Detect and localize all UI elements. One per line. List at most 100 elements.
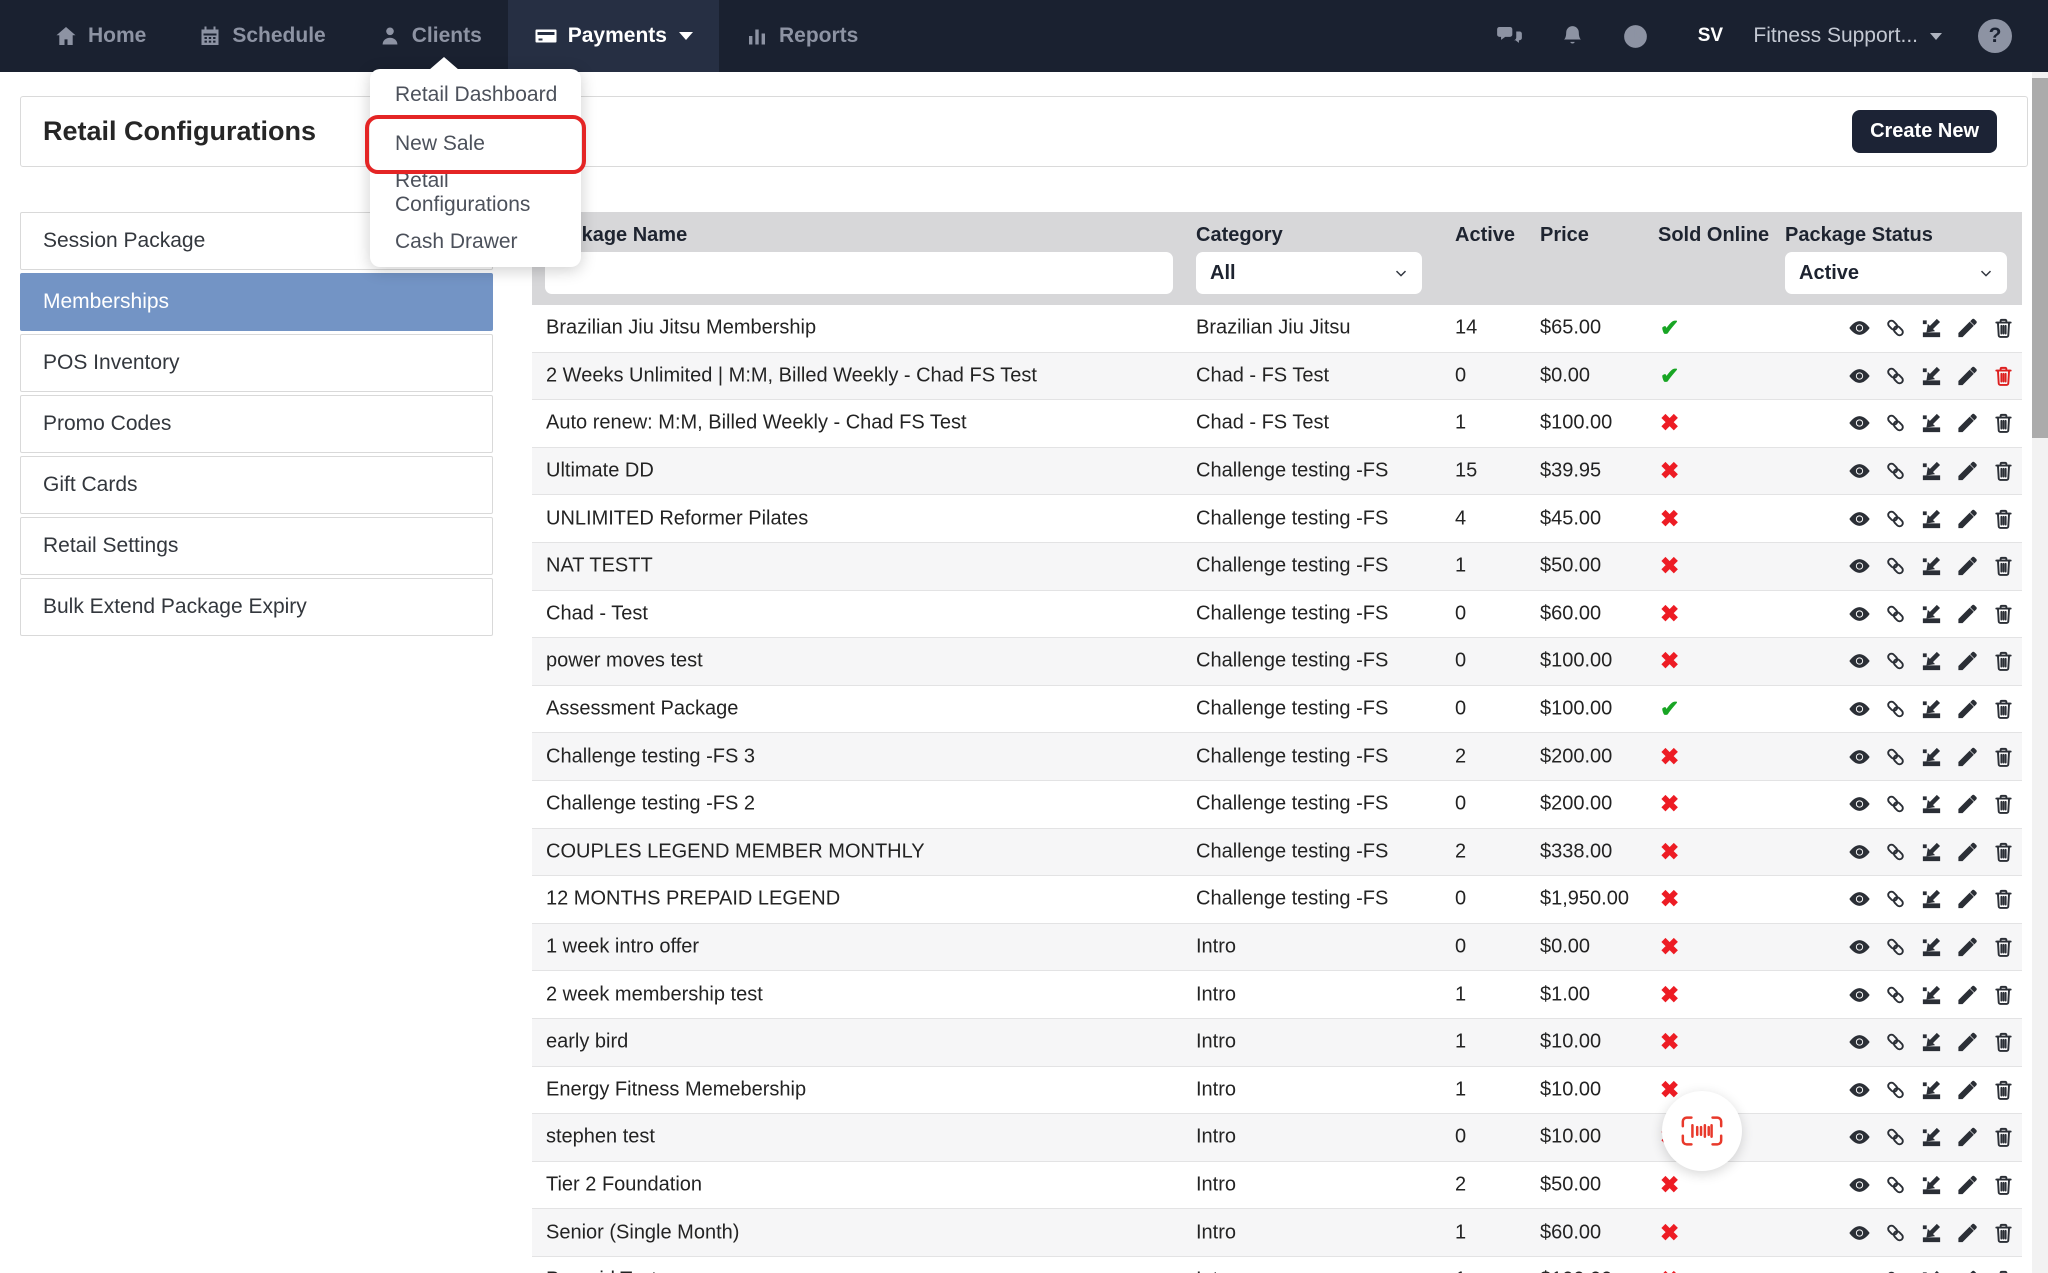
edit-button[interactable] [1956,1269,1979,1273]
category-filter-select[interactable]: All [1196,252,1422,294]
link-button[interactable] [1884,936,1907,959]
view-button[interactable] [1848,840,1871,863]
bell-icon[interactable] [1559,23,1586,50]
view-button[interactable] [1848,745,1871,768]
import-button[interactable] [1920,650,1943,673]
nav-item-reports[interactable]: Reports [719,0,884,72]
link-button[interactable] [1884,793,1907,816]
sidebar-item-retail-settings[interactable]: Retail Settings [20,517,493,575]
import-button[interactable] [1920,983,1943,1006]
link-button[interactable] [1884,1126,1907,1149]
link-button[interactable] [1884,364,1907,387]
package-name-filter-input[interactable] [545,252,1173,294]
import-button[interactable] [1920,317,1943,340]
barcode-scan-button[interactable] [1662,1091,1742,1171]
delete-button[interactable] [1992,983,2015,1006]
edit-button[interactable] [1956,1078,1979,1101]
link-button[interactable] [1884,745,1907,768]
view-button[interactable] [1848,888,1871,911]
import-button[interactable] [1920,745,1943,768]
link-button[interactable] [1884,1031,1907,1054]
view-button[interactable] [1848,650,1871,673]
link-button[interactable] [1884,1173,1907,1196]
link-button[interactable] [1884,888,1907,911]
view-button[interactable] [1848,507,1871,530]
delete-button[interactable] [1992,460,2015,483]
link-button[interactable] [1884,840,1907,863]
import-button[interactable] [1920,555,1943,578]
view-button[interactable] [1848,698,1871,721]
view-button[interactable] [1848,555,1871,578]
delete-button[interactable] [1992,507,2015,530]
link-button[interactable] [1884,698,1907,721]
sidebar-item-gift-cards[interactable]: Gift Cards [20,456,493,514]
delete-button[interactable] [1992,650,2015,673]
help-button[interactable]: ? [1978,19,2012,53]
nav-item-schedule[interactable]: Schedule [172,0,351,72]
view-button[interactable] [1848,1269,1871,1273]
delete-button[interactable] [1992,936,2015,959]
view-button[interactable] [1848,317,1871,340]
delete-button[interactable] [1992,602,2015,625]
edit-button[interactable] [1956,1126,1979,1149]
link-button[interactable] [1884,650,1907,673]
view-button[interactable] [1848,602,1871,625]
view-button[interactable] [1848,936,1871,959]
link-button[interactable] [1884,507,1907,530]
edit-button[interactable] [1956,412,1979,435]
import-button[interactable] [1920,1031,1943,1054]
edit-button[interactable] [1956,317,1979,340]
delete-button[interactable] [1992,364,2015,387]
delete-button[interactable] [1992,412,2015,435]
import-button[interactable] [1920,507,1943,530]
edit-button[interactable] [1956,507,1979,530]
import-button[interactable] [1920,1126,1943,1149]
link-button[interactable] [1884,555,1907,578]
edit-button[interactable] [1956,364,1979,387]
edit-button[interactable] [1956,650,1979,673]
delete-button[interactable] [1992,555,2015,578]
import-button[interactable] [1920,793,1943,816]
view-button[interactable] [1848,1221,1871,1244]
nav-item-home[interactable]: Home [28,0,172,72]
edit-button[interactable] [1956,840,1979,863]
clock-icon[interactable] [1622,23,1649,50]
link-button[interactable] [1884,1269,1907,1273]
menu-item-new-sale[interactable]: New Sale [370,119,581,168]
link-button[interactable] [1884,317,1907,340]
vertical-scrollbar-thumb[interactable] [2032,78,2048,438]
delete-button[interactable] [1992,698,2015,721]
import-button[interactable] [1920,412,1943,435]
edit-button[interactable] [1956,983,1979,1006]
edit-button[interactable] [1956,936,1979,959]
import-button[interactable] [1920,840,1943,863]
import-button[interactable] [1920,602,1943,625]
account-menu[interactable]: Fitness Support... [1753,24,1942,48]
view-button[interactable] [1848,1173,1871,1196]
link-button[interactable] [1884,983,1907,1006]
view-button[interactable] [1848,1126,1871,1149]
delete-button[interactable] [1992,1031,2015,1054]
edit-button[interactable] [1956,1221,1979,1244]
edit-button[interactable] [1956,602,1979,625]
link-button[interactable] [1884,412,1907,435]
import-button[interactable] [1920,1078,1943,1101]
view-button[interactable] [1848,793,1871,816]
delete-button[interactable] [1992,888,2015,911]
package-status-filter-select[interactable]: Active [1785,252,2007,294]
import-button[interactable] [1920,698,1943,721]
edit-button[interactable] [1956,1031,1979,1054]
edit-button[interactable] [1956,745,1979,768]
edit-button[interactable] [1956,698,1979,721]
view-button[interactable] [1848,983,1871,1006]
sidebar-item-pos-inventory[interactable]: POS Inventory [20,334,493,392]
import-button[interactable] [1920,936,1943,959]
avatar[interactable]: SV [1685,11,1735,61]
delete-button[interactable] [1992,745,2015,768]
menu-item-retail-dashboard[interactable]: Retail Dashboard [370,70,581,119]
sidebar-item-memberships[interactable]: Memberships [20,273,493,331]
view-button[interactable] [1848,1031,1871,1054]
edit-button[interactable] [1956,555,1979,578]
link-button[interactable] [1884,602,1907,625]
edit-button[interactable] [1956,888,1979,911]
